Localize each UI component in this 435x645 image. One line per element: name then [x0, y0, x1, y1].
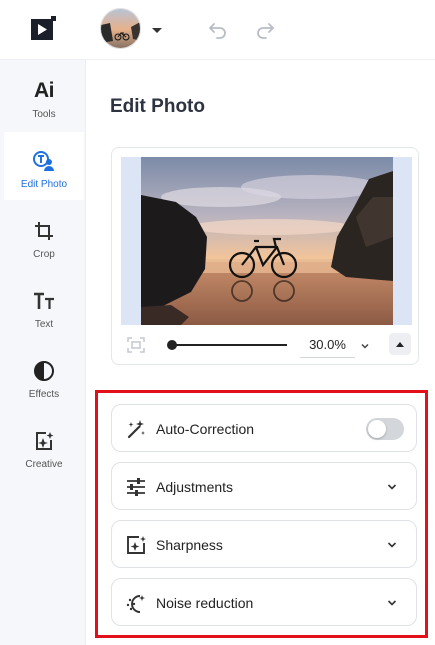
collapse-preview-button[interactable] [389, 333, 411, 355]
sidebar-item-label: Edit Photo [20, 179, 68, 190]
sharpness-label: Sharpness [156, 537, 223, 553]
sliders-icon [125, 476, 147, 498]
sharpness-section[interactable]: Sharpness [111, 520, 417, 568]
noise-reduction-section[interactable]: Noise reduction [111, 578, 417, 626]
toggle-knob [368, 420, 386, 438]
sharpness-icon [125, 534, 147, 556]
magic-wand-icon [125, 418, 147, 440]
sidebar-item-label: Tools [32, 109, 56, 120]
zoom-slider[interactable] [167, 338, 287, 352]
sidebar-item-label: Effects [28, 389, 60, 400]
photo-canvas [121, 157, 412, 325]
sidebar-item-label: Creative [25, 459, 63, 470]
redo-icon[interactable] [254, 18, 276, 40]
crop-icon [30, 218, 58, 244]
page-title: Edit Photo [110, 96, 205, 117]
ai-tools-icon: Ai [34, 79, 55, 102]
noise-reduction-icon [125, 592, 147, 614]
top-bar [0, 0, 435, 60]
fit-to-screen-icon[interactable] [126, 336, 146, 354]
adjustments-label: Adjustments [156, 479, 234, 495]
zoom-value-field[interactable]: 30.0% [300, 332, 355, 358]
noise-reduction-label: Noise reduction [156, 595, 254, 611]
beach-sunset-bicycle-photo [141, 157, 393, 325]
sidebar-item-crop[interactable]: Crop [4, 202, 84, 270]
undo-icon[interactable] [207, 18, 229, 40]
zoom-dropdown-chevron-icon[interactable] [359, 339, 371, 351]
text-icon [30, 288, 58, 314]
adjustments-section[interactable]: Adjustments [111, 462, 417, 510]
creative-icon [30, 428, 58, 454]
zoom-slider-thumb[interactable] [167, 340, 177, 350]
chevron-down-icon [385, 480, 399, 494]
play-logo-icon[interactable] [28, 14, 58, 44]
sidebar-item-label: Text [34, 319, 54, 330]
sidebar-item-creative[interactable]: Creative [4, 412, 84, 480]
sidebar: Ai Tools Edit Photo Crop Text Effects Cr… [0, 60, 86, 645]
chevron-down-icon [385, 596, 399, 610]
auto-correction-toggle[interactable] [366, 418, 404, 440]
sidebar-item-label: Crop [33, 249, 55, 260]
auto-correction-row: Auto-Correction [111, 404, 417, 452]
user-avatar[interactable] [100, 8, 141, 49]
zoom-slider-track [171, 344, 287, 346]
sidebar-item-edit-photo[interactable]: Edit Photo [4, 132, 84, 200]
edit-photo-icon [30, 148, 58, 174]
auto-correction-label: Auto-Correction [156, 421, 255, 437]
sidebar-item-tools[interactable]: Ai Tools [4, 62, 84, 130]
effects-icon [30, 358, 58, 384]
photo-preview-card: 30.0% [111, 147, 419, 365]
chevron-down-icon [385, 538, 399, 552]
avatar-caret-icon[interactable] [150, 23, 164, 37]
triangle-up-icon [396, 342, 404, 347]
sidebar-item-effects[interactable]: Effects [4, 342, 84, 410]
sidebar-item-text[interactable]: Text [4, 272, 84, 340]
